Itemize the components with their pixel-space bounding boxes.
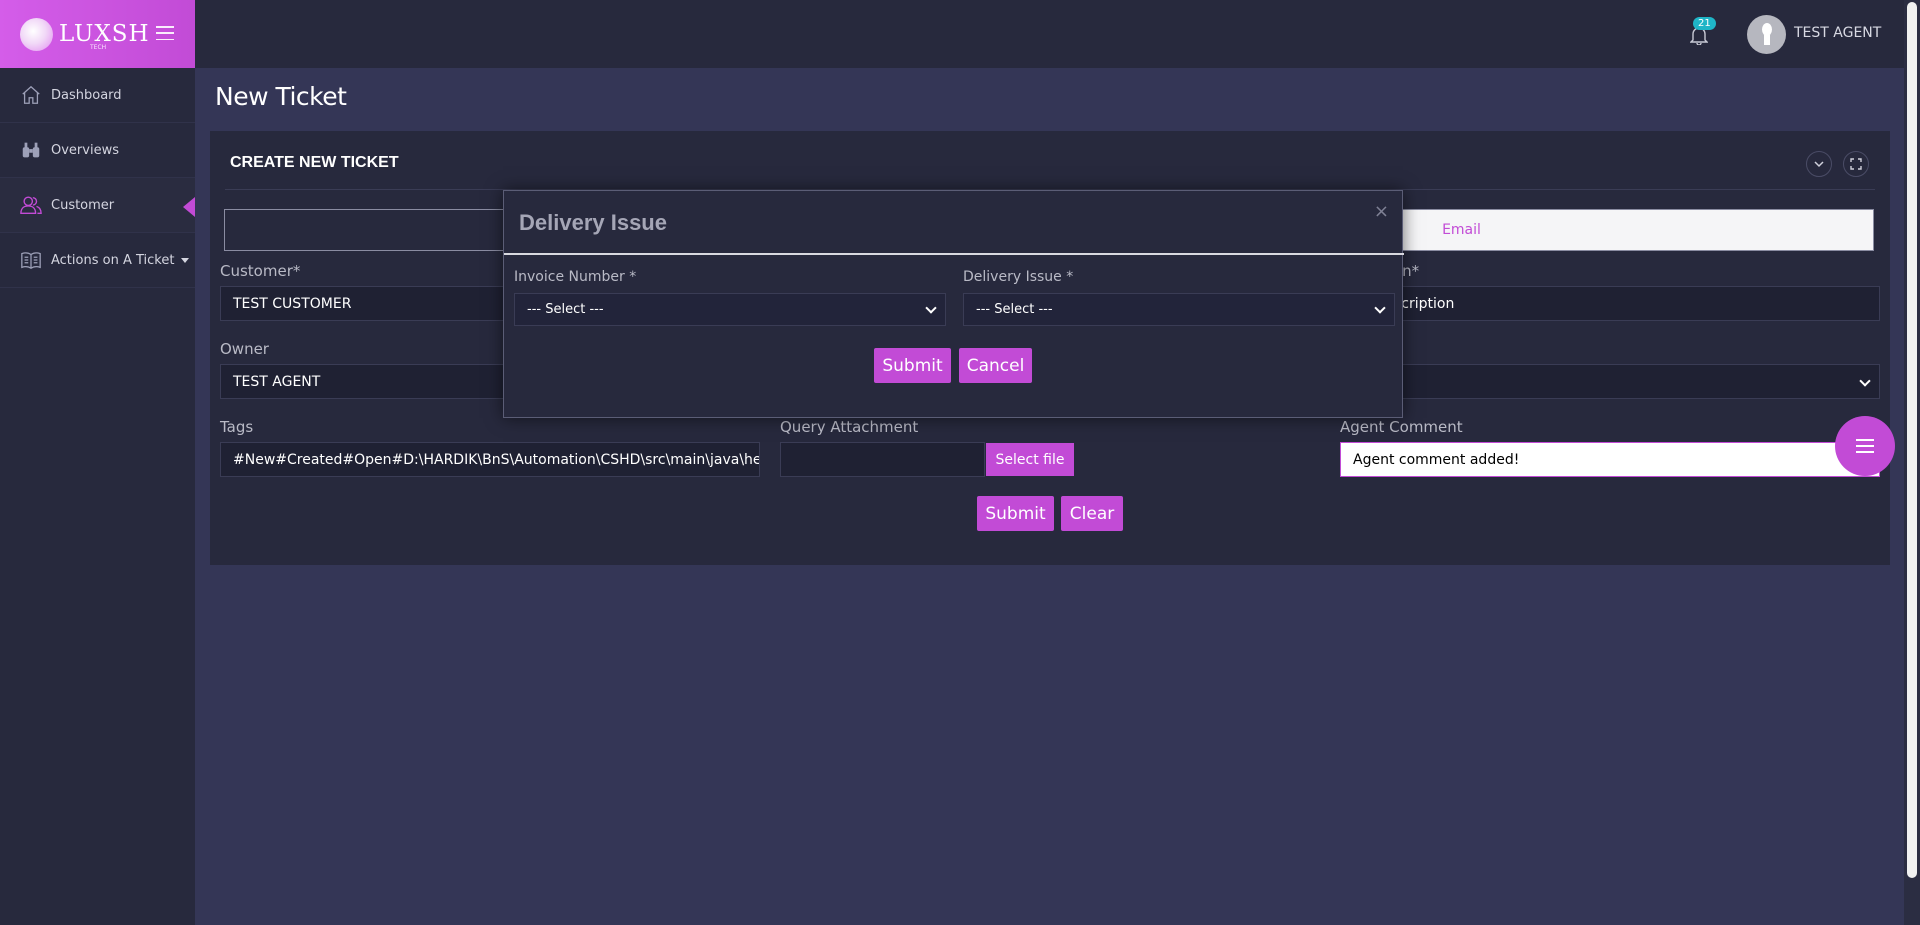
modal-title: Delivery Issue	[519, 210, 667, 235]
sidebar-item-dashboard[interactable]: Dashboard	[0, 68, 195, 123]
chevron-down-icon	[1374, 302, 1386, 314]
status-select[interactable]	[1393, 364, 1880, 399]
modal-submit-button[interactable]: Submit	[874, 348, 951, 383]
owner-label: Owner	[220, 340, 269, 358]
sidebar-item-label: Overviews	[51, 142, 119, 158]
top-bar	[195, 0, 1904, 68]
chevron-down-icon	[181, 258, 189, 263]
sidebar-item-customer[interactable]: Customer	[0, 178, 195, 233]
book-icon	[19, 248, 43, 272]
sidebar-item-actions-on-ticket[interactable]: Actions on A Ticket	[0, 233, 195, 288]
delivery-issue-select[interactable]: --- Select ---	[963, 293, 1395, 326]
delivery-issue-label: Delivery Issue *	[963, 269, 1074, 285]
scrollbar[interactable]	[1904, 0, 1920, 925]
modal-cancel-button[interactable]: Cancel	[959, 348, 1032, 383]
expand-icon	[1850, 158, 1862, 170]
close-icon[interactable]: ×	[1374, 201, 1389, 222]
chevron-down-icon	[1814, 161, 1824, 168]
tags-label: Tags	[220, 418, 254, 436]
fullscreen-button[interactable]	[1843, 151, 1869, 177]
brand-logo-icon	[20, 17, 53, 51]
active-indicator	[183, 197, 195, 217]
sidebar-item-label: Dashboard	[51, 87, 122, 103]
query-attachment-label: Query Attachment	[780, 418, 919, 436]
invoice-number-select[interactable]: --- Select ---	[514, 293, 946, 326]
sidebar-item-label: Customer	[51, 197, 115, 213]
users-icon	[19, 193, 43, 217]
invoice-number-value: --- Select ---	[527, 302, 604, 317]
chevron-down-icon	[925, 302, 937, 314]
notification-badge: 21	[1693, 17, 1716, 30]
avatar[interactable]	[1747, 15, 1786, 54]
sidebar-item-overviews[interactable]: Overviews	[0, 123, 195, 178]
invoice-number-label: Invoice Number *	[514, 269, 637, 285]
page-title: New Ticket	[215, 82, 347, 111]
tags-input[interactable]: #New#Created#Open#D:\HARDIK\BnS\Automati…	[220, 442, 760, 477]
home-icon	[19, 83, 43, 107]
clear-button[interactable]: Clear	[1061, 496, 1123, 531]
brand-header: LUXSH TECH	[0, 0, 195, 68]
divider	[504, 253, 1404, 255]
card-title: CREATE NEW TICKET	[230, 154, 399, 171]
delivery-issue-modal: Delivery Issue × Invoice Number * --- Se…	[503, 190, 1404, 418]
binoculars-icon	[19, 138, 43, 162]
sidebar-item-label: Actions on A Ticket	[51, 252, 175, 268]
customer-label: Customer*	[220, 262, 301, 280]
floating-menu-button[interactable]	[1835, 416, 1895, 476]
agent-comment-label: Agent Comment	[1340, 418, 1463, 436]
sidebar: LUXSH TECH Dashboard Overviews Customer …	[0, 0, 195, 925]
submit-button[interactable]: Submit	[977, 496, 1054, 531]
description-field[interactable]: scription	[1393, 286, 1880, 321]
menu-toggle-icon[interactable]	[156, 26, 174, 40]
select-file-button[interactable]: Select file	[986, 443, 1074, 476]
delivery-issue-value: --- Select ---	[976, 302, 1053, 317]
chevron-down-icon	[1859, 375, 1871, 387]
brand-subtitle: TECH	[90, 44, 107, 51]
user-name[interactable]: TEST AGENT	[1794, 25, 1881, 41]
agent-comment-input[interactable]: Agent comment added!	[1340, 442, 1880, 477]
scrollbar-thumb[interactable]	[1907, 2, 1917, 878]
attachment-filename	[780, 442, 985, 477]
collapse-button[interactable]	[1806, 151, 1832, 177]
